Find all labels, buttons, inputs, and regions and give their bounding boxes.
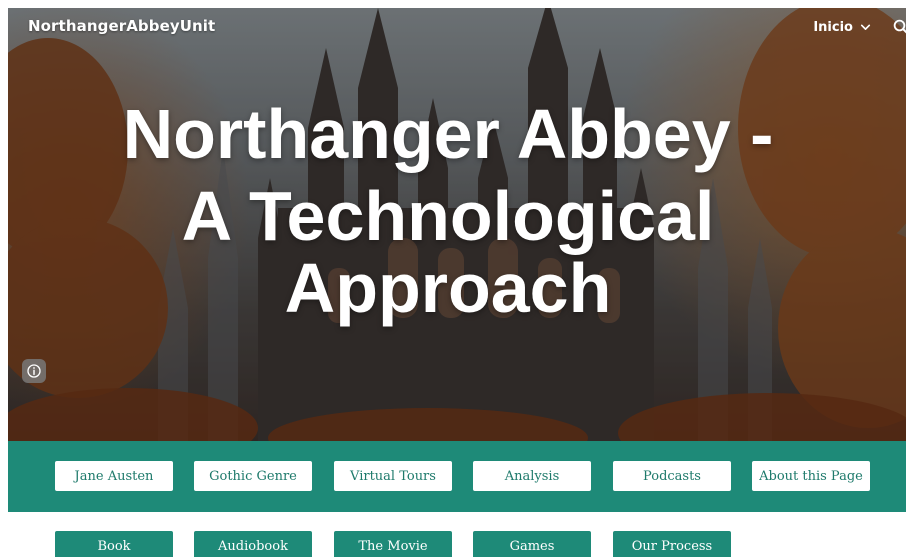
top-navigation: Inicio <box>813 16 906 38</box>
info-icon <box>27 364 41 378</box>
analysis-button[interactable]: Analysis <box>473 461 591 491</box>
navigation-button-band: Jane Austen Gothic Genre Virtual Tours A… <box>8 441 906 512</box>
search-icon[interactable] <box>892 18 906 36</box>
hero-title-line-1: Northanger Abbey - <box>122 95 774 173</box>
virtual-tours-button[interactable]: Virtual Tours <box>334 461 452 491</box>
site-title[interactable]: NorthangerAbbeyUnit <box>28 17 215 35</box>
audiobook-button[interactable]: Audiobook <box>194 531 312 557</box>
image-info-button[interactable] <box>22 359 46 383</box>
nav-inicio-menu[interactable]: Inicio <box>813 20 872 35</box>
hero-title: Northanger Abbey - A Technological Appro… <box>8 96 906 326</box>
podcasts-button[interactable]: Podcasts <box>613 461 731 491</box>
our-process-button[interactable]: Our Process <box>613 531 731 557</box>
page: NorthangerAbbeyUnit Inicio Northanger Ab… <box>0 0 906 557</box>
chevron-down-icon <box>860 24 871 30</box>
gothic-genre-button[interactable]: Gothic Genre <box>194 461 312 491</box>
book-button[interactable]: Book <box>55 531 173 557</box>
hero-title-line-2: A Technological <box>181 177 715 255</box>
hero-banner: NorthangerAbbeyUnit Inicio Northanger Ab… <box>8 8 906 441</box>
nav-inicio-label: Inicio <box>813 19 853 35</box>
hero-title-line-3: Approach <box>284 249 612 327</box>
games-button[interactable]: Games <box>473 531 591 557</box>
the-movie-button[interactable]: The Movie <box>334 531 452 557</box>
about-this-page-button[interactable]: About this Page <box>752 461 870 491</box>
jane-austen-button[interactable]: Jane Austen <box>55 461 173 491</box>
